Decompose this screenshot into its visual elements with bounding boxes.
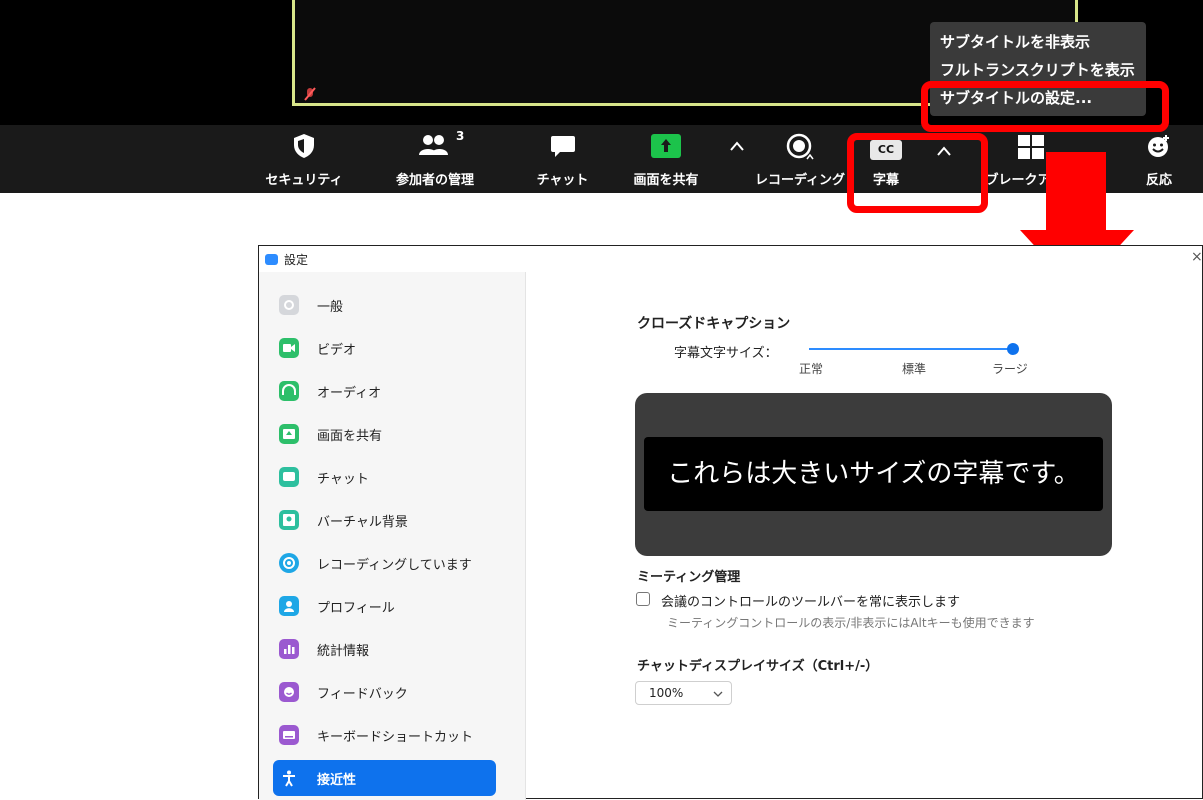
video-icon	[279, 338, 299, 358]
chat-size-select[interactable]: 100%	[635, 681, 732, 705]
sidebar-item-label: 接近性	[317, 773, 357, 788]
caption-preview-box: これらは大きいサイズの字幕です。	[635, 393, 1112, 556]
size-option-standard: 標準	[902, 362, 927, 376]
security-label: セキュリティ	[265, 173, 343, 188]
chevron-down-icon	[713, 691, 723, 697]
breakout-icon	[1018, 135, 1044, 159]
accessibility-icon	[279, 768, 299, 788]
sidebar-item-video[interactable]: ビデオ	[273, 330, 496, 366]
stats-icon	[279, 639, 299, 659]
close-icon[interactable]: ×	[1191, 249, 1203, 265]
arrow-shaft	[1046, 152, 1106, 232]
meeting-controls-heading: ミーティング管理	[637, 570, 741, 585]
gear-icon	[279, 295, 299, 315]
highlight-captions-button	[847, 133, 988, 213]
share-screen-button[interactable]: 画面を共有	[622, 125, 710, 193]
settings-window: 設定 × 一般 ビデオ オーディオ 画面を共有 チャット バーチャル背景 レコー…	[258, 245, 1203, 800]
headphones-icon	[279, 381, 299, 401]
zoom-logo-icon	[265, 254, 278, 265]
sidebar-item-label: バーチャル背景	[317, 515, 408, 530]
share-options-chevron-icon[interactable]	[729, 140, 745, 152]
sidebar-item-label: 統計情報	[317, 644, 370, 659]
sidebar-item-label: 画面を共有	[317, 429, 383, 444]
participant-count-badge: 3	[456, 129, 465, 143]
caption-preview-text: これらは大きいサイズの字幕です。	[644, 437, 1103, 511]
settings-sidebar: 一般 ビデオ オーディオ 画面を共有 チャット バーチャル背景 レコーディングし…	[259, 272, 526, 800]
sidebar-item-label: 一般	[317, 300, 344, 315]
record-label: レコーディング	[754, 173, 846, 188]
chat-size-value: 100%	[649, 686, 684, 700]
sidebar-item-label: プロフィール	[317, 601, 395, 616]
profile-icon	[279, 596, 299, 616]
alt-key-hint: ミーティングコントロールの表示/非表示にはAltキーも使用できます	[667, 616, 1035, 630]
chat-icon	[550, 136, 575, 157]
share-screen-label: 画面を共有	[633, 173, 699, 188]
sidebar-item-label: チャット	[317, 472, 369, 487]
sidebar-item-label: キーボードショートカット	[317, 730, 474, 745]
sidebar-item-label: レコーディングしています	[317, 558, 472, 573]
sidebar-item-general[interactable]: 一般	[273, 287, 496, 323]
caption-size-label: 字幕文字サイズ：	[674, 346, 778, 361]
view-full-transcript-menu-item[interactable]: フルトランスクリプトを表示	[940, 59, 1135, 80]
sidebar-item-accessibility[interactable]: 接近性	[273, 760, 496, 796]
participants-button[interactable]: 3 参加者の管理	[380, 125, 490, 193]
security-button[interactable]: セキュリティ	[262, 125, 346, 193]
sidebar-item-audio[interactable]: オーディオ	[273, 373, 496, 409]
sidebar-item-feedback[interactable]: フィードバック	[273, 674, 496, 710]
meeting-toolbar: セキュリティ 3 参加者の管理 チャット 画面を共有 レコーディング CC 字幕…	[0, 125, 1203, 193]
reaction-icon	[1148, 135, 1169, 157]
sidebar-item-recording[interactable]: レコーディングしています	[273, 545, 496, 581]
size-option-normal: 正常	[799, 362, 824, 376]
share-screen-icon	[279, 424, 299, 444]
reaction-label: 反応	[1145, 173, 1172, 188]
reaction-button[interactable]: 反応	[1134, 125, 1184, 193]
record-icon	[279, 553, 299, 573]
record-button[interactable]: レコーディング	[752, 125, 848, 193]
shield-icon	[294, 134, 314, 158]
sidebar-item-label: フィードバック	[317, 687, 408, 702]
sidebar-item-share-screen[interactable]: 画面を共有	[273, 416, 496, 452]
always-show-toolbar-checkbox[interactable]	[636, 592, 650, 606]
always-show-toolbar-label: 会議のコントロールのツールバーを常に表示します	[661, 595, 961, 610]
muted-mic-icon	[304, 87, 316, 101]
chat-icon	[279, 467, 299, 487]
hide-subtitles-menu-item[interactable]: サブタイトルを非表示	[940, 31, 1090, 52]
closed-caption-heading: クローズドキャプション	[637, 316, 791, 332]
participants-label: 参加者の管理	[395, 173, 474, 188]
chat-display-size-heading: チャットディスプレイサイズ（Ctrl+/-）	[637, 659, 879, 674]
caption-size-slider[interactable]	[805, 341, 1025, 357]
title-bar: 設定 ×	[259, 246, 1203, 272]
highlight-subtitle-settings	[921, 81, 1169, 132]
sidebar-item-keyboard-shortcuts[interactable]: キーボードショートカット	[273, 717, 496, 753]
sidebar-item-label: オーディオ	[317, 386, 382, 401]
share-screen-icon	[651, 134, 681, 158]
sidebar-item-label: ビデオ	[317, 343, 357, 358]
caption-size-slider-thumb[interactable]	[1007, 343, 1019, 355]
window-title: 設定	[284, 253, 309, 267]
chat-button[interactable]: チャット	[525, 125, 600, 193]
sidebar-item-statistics[interactable]: 統計情報	[273, 631, 496, 667]
sidebar-item-profile[interactable]: プロフィール	[273, 588, 496, 624]
chat-label: チャット	[536, 173, 589, 188]
sidebar-item-virtual-background[interactable]: バーチャル背景	[273, 502, 496, 538]
sidebar-item-chat[interactable]: チャット	[273, 459, 496, 495]
record-icon	[786, 133, 814, 160]
size-option-large: ラージ	[992, 362, 1028, 376]
person-icon	[279, 510, 299, 530]
smile-icon	[279, 682, 299, 702]
participants-icon	[419, 135, 448, 155]
keyboard-icon	[279, 725, 299, 745]
